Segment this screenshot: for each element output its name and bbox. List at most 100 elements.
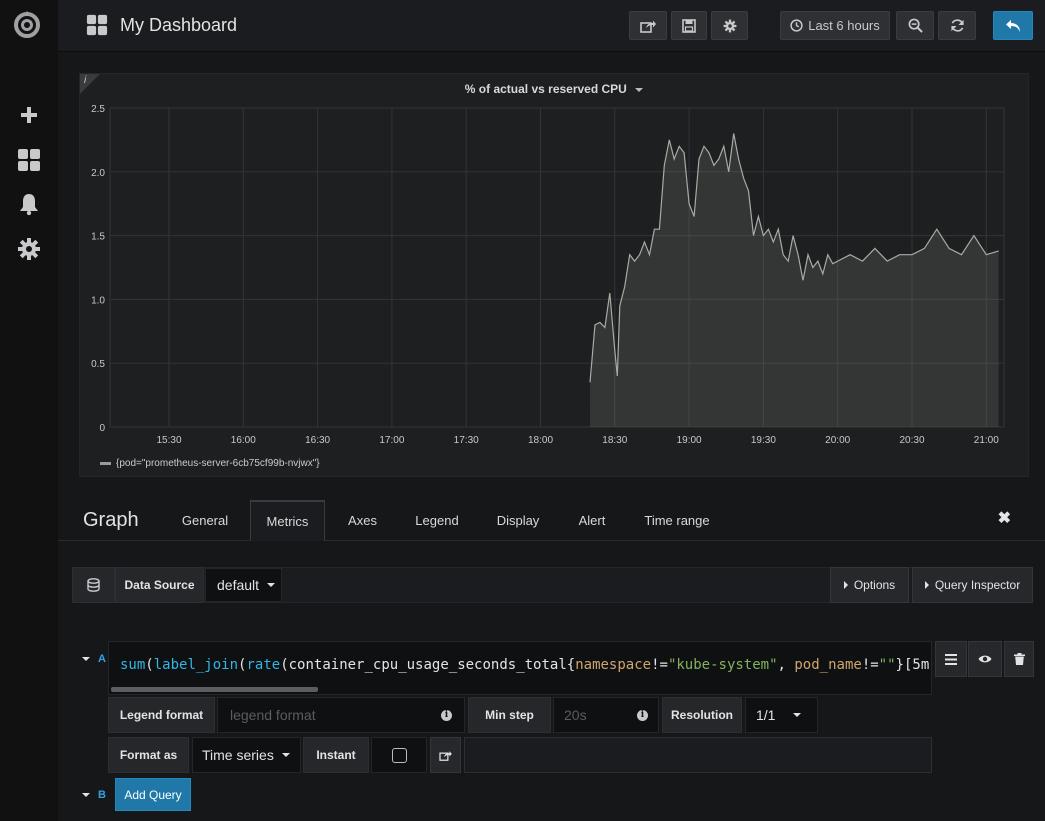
x-tick-label: 19:30 (751, 435, 776, 446)
y-tick-label: 1.5 (91, 232, 105, 243)
trash-icon (1013, 653, 1025, 665)
panel-editor-tabs: Graph General Metrics Axes Legend Displa… (58, 495, 1045, 541)
dashboard-title[interactable]: My Dashboard (86, 14, 237, 36)
y-tick-label: 1.0 (91, 295, 105, 306)
min-step-label: Min step (468, 697, 551, 733)
query-horizontal-scrollbar[interactable] (111, 687, 318, 692)
tab-metrics[interactable]: Metrics (250, 500, 325, 541)
zoom-out-icon (908, 18, 923, 33)
datasource-label: Data Source (115, 567, 204, 603)
dashboard-settings-button[interactable] (711, 11, 748, 40)
gear-icon (723, 19, 736, 32)
gear-icon[interactable] (17, 237, 41, 261)
x-tick-label: 15:30 (156, 435, 181, 446)
graph-panel: i % of actual vs reserved CPU 0 0.5 1.0 1.5… (79, 73, 1029, 477)
query-token: sum (120, 657, 146, 673)
min-step-field[interactable]: 20s i (553, 697, 659, 733)
series-area (590, 133, 999, 427)
format-as-label: Format as (108, 737, 189, 773)
legend-item[interactable]: {pod="prometheus-server-6cb75cf99b-nvjwx… (100, 458, 320, 469)
query-token: ( (280, 657, 289, 673)
plus-icon[interactable] (17, 103, 41, 127)
resolution-select[interactable]: 1/1 (745, 697, 818, 733)
chevron-down-icon (82, 793, 90, 797)
x-tick-label: 20:30 (899, 435, 924, 446)
info-icon[interactable]: i (637, 709, 648, 721)
dashboards-icon[interactable] (17, 148, 41, 172)
tab-alert[interactable]: Alert (566, 500, 618, 541)
x-tick-label: 17:30 (454, 435, 479, 446)
x-tick-label: 17:00 (379, 435, 404, 446)
query-token: { (566, 657, 576, 673)
query-token: container_cpu_usage_seconds_total (288, 657, 567, 673)
legend-format-label: Legend format (108, 697, 215, 733)
min-step-placeholder: 20s (564, 707, 587, 723)
zoom-out-button[interactable] (896, 11, 934, 40)
options-toggle-button[interactable]: Options (830, 567, 909, 603)
x-tick-label: 18:30 (602, 435, 627, 446)
tab-general[interactable]: General (170, 500, 240, 541)
close-editor-button[interactable]: ✖ (998, 508, 1011, 528)
format-as-value: Time series (202, 747, 274, 763)
time-range-picker[interactable]: Last 6 hours (780, 11, 890, 40)
chevron-down-icon (82, 657, 90, 661)
query-token: label_join (153, 657, 239, 673)
chevron-down-icon (281, 753, 290, 757)
query-a-header[interactable]: A (82, 653, 106, 665)
graph-canvas[interactable]: 0 0.5 1.0 1.5 2.0 2.5 15:30 16:00 16:30 17:00 17:3… (80, 74, 1030, 454)
tab-legend[interactable]: Legend (404, 500, 470, 541)
tab-display[interactable]: Display (485, 500, 551, 541)
tab-axes[interactable]: Axes (335, 500, 390, 541)
query-menu-button[interactable] (935, 641, 967, 677)
tab-time-range[interactable]: Time range (633, 500, 721, 541)
query-inspector-label: Query Inspector (934, 578, 1021, 592)
refresh-icon (950, 19, 964, 32)
query-token: namespace (575, 657, 652, 673)
chevron-down-icon (267, 583, 276, 587)
legend-swatch (100, 462, 111, 465)
query-token: rate (246, 657, 281, 673)
query-token: ( (145, 657, 154, 673)
legend-format-placeholder: legend format (230, 707, 316, 723)
y-tick-label: 0 (99, 423, 105, 434)
database-icon (87, 578, 100, 592)
query-inspector-button[interactable]: Query Inspector (912, 567, 1033, 603)
chevron-right-icon (843, 581, 848, 589)
query-b-letter: B (98, 789, 106, 801)
query-row-filler (464, 737, 932, 773)
toggle-query-visibility-button[interactable] (968, 641, 1002, 677)
add-query-button[interactable]: Add Query (115, 778, 191, 811)
query-token: "" (878, 657, 896, 673)
refresh-button[interactable] (938, 11, 976, 40)
remove-query-button[interactable] (1004, 641, 1034, 677)
datasource-select[interactable]: default (205, 568, 282, 602)
open-in-explore-button[interactable] (430, 737, 461, 773)
y-tick-label: 2.5 (91, 104, 105, 115)
clock-icon (790, 19, 803, 32)
dashboards-icon (86, 14, 108, 36)
datasource-icon-box (72, 567, 115, 603)
query-token: pod_name (794, 657, 862, 673)
instant-checkbox-box (371, 737, 427, 773)
y-tick-label: 2.0 (91, 168, 105, 179)
share-button[interactable] (629, 11, 667, 40)
instant-label: Instant (303, 737, 369, 773)
format-as-select[interactable]: Time series (192, 737, 301, 773)
instant-checkbox[interactable] (391, 747, 407, 763)
grafana-logo-icon[interactable] (10, 8, 44, 42)
query-token: , (777, 657, 795, 673)
side-menu (0, 0, 58, 821)
x-tick-label: 16:00 (231, 435, 256, 446)
save-dashboard-button[interactable] (671, 11, 707, 40)
save-icon (682, 18, 696, 33)
legend-format-field[interactable]: legend format i (217, 697, 465, 733)
info-icon[interactable]: i (441, 709, 452, 721)
chevron-down-icon (793, 713, 802, 717)
alert-bell-icon[interactable] (17, 192, 41, 216)
x-tick-label: 19:00 (677, 435, 702, 446)
query-b-header[interactable]: B (82, 789, 106, 801)
top-navbar: My Dashboard Last 6 hours (58, 0, 1045, 52)
query-a-letter: A (98, 653, 106, 665)
options-label: Options (853, 578, 896, 592)
back-to-dashboard-button[interactable] (993, 11, 1033, 40)
